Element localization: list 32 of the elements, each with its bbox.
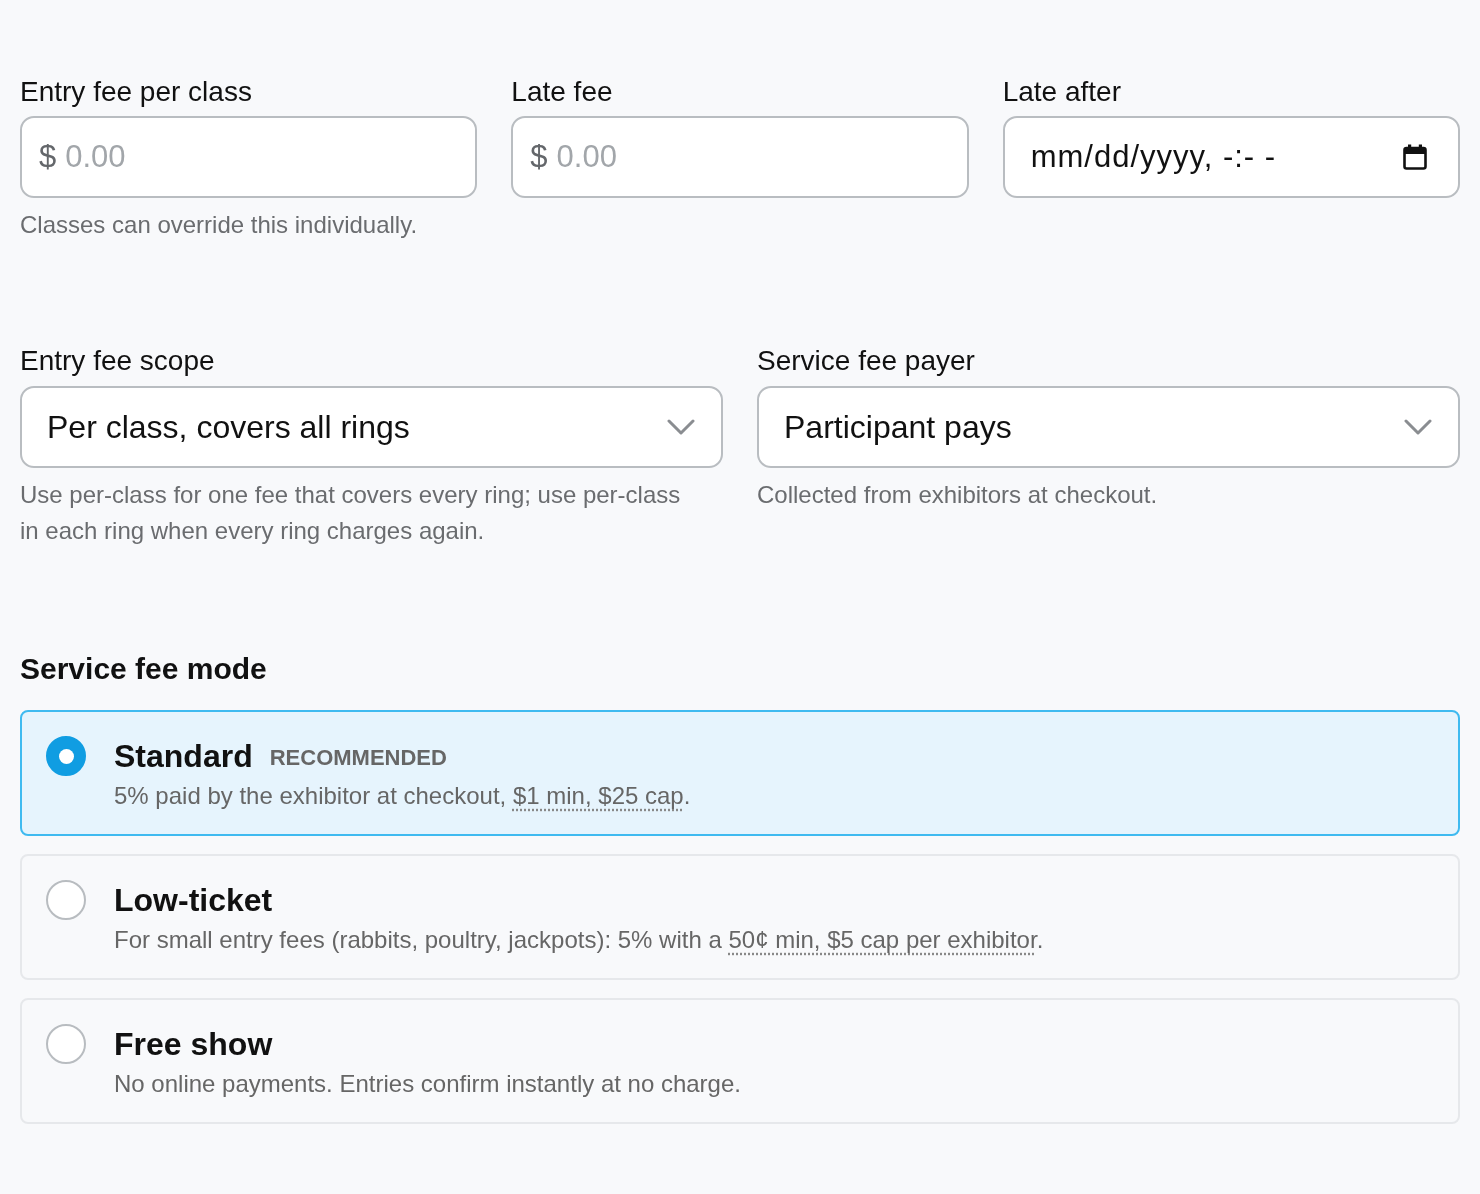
option-title: Low-ticket	[114, 881, 273, 920]
option-card[interactable]: Standard RECOMMENDED 5% paid by the exhibitor at checkout, $1 min, $25 cap.	[20, 710, 1460, 836]
help-text: Collected from exhibitors at checkout.	[757, 480, 1158, 510]
option-card[interactable]: Free show No online payments. Entries confirm instantly at no charge.	[20, 998, 1460, 1124]
dropdown[interactable]: Participant pays	[757, 386, 1460, 468]
option-card[interactable]: Low-ticket For small entry fees (rabbits, poultry, jackpots): 5% with a 50¢ min, $5 cap per exhibitor.	[20, 854, 1460, 980]
dropdown[interactable]: Per class, covers all rings	[20, 386, 723, 468]
option-description: 5% paid by the exhibitor at checkout, $1 min, $25 cap.	[114, 781, 691, 811]
option-title: Standard	[114, 737, 253, 776]
radio-button[interactable]	[46, 1024, 86, 1064]
field-label: Late after	[1002, 75, 1121, 109]
section-heading: Service fee mode	[20, 651, 267, 687]
recommended-label: RECOMMENDED	[269, 744, 447, 772]
radio-button[interactable]	[46, 880, 86, 920]
help-text: Use per-class for one fee that covers every ring; use per-class in each ring when every ring charges again.	[20, 480, 682, 546]
field-label: Late fee	[511, 75, 613, 109]
field-label: Service fee payer	[757, 344, 975, 378]
help-text: Classes can override this individually.	[20, 210, 418, 240]
tooltip-term[interactable]: $1 min, $25 cap	[512, 782, 684, 809]
money-input-field[interactable]: $ 0.00	[511, 116, 969, 198]
option-title: Free show	[114, 1025, 273, 1064]
money-input-field[interactable]: $ 0.00	[20, 116, 478, 198]
field-label: Entry fee scope	[20, 344, 215, 378]
option-description: For small entry fees (rabbits, poultry, jackpots): 5% with a 50¢ min, $5 cap per exhibitor.	[114, 925, 1044, 955]
tooltip-term[interactable]: 50¢ min, $5 cap per exhibitor	[728, 926, 1037, 953]
date-time-field[interactable]: mm/dd/yyyy, -:- -	[1002, 116, 1460, 198]
option-description: No online payments. Entries confirm instantly at no charge.	[114, 1069, 741, 1099]
chevron-down-icon	[667, 419, 695, 435]
field-label: Entry fee per class	[20, 75, 252, 109]
calendar-icon[interactable]	[1403, 144, 1427, 170]
radio-button[interactable]	[46, 736, 86, 776]
chevron-down-icon	[1404, 419, 1432, 435]
